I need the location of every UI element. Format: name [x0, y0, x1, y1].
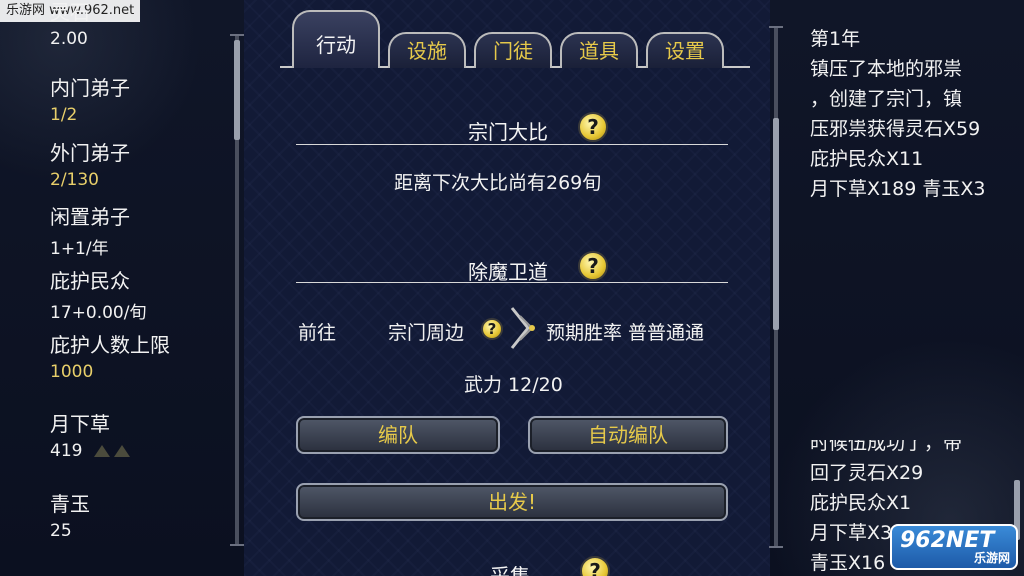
- trend-up-icon: [114, 445, 131, 457]
- tab-disciples[interactable]: 门徒: [474, 32, 552, 68]
- auto-team-button[interactable]: 自动编队: [528, 416, 728, 454]
- scroll-cap-bottom: [769, 546, 783, 548]
- stat-outer-disciples: 外门弟子 2/130: [50, 141, 130, 190]
- log-line: 庇护民众X11: [810, 148, 924, 170]
- demon-title: 除魔卫道: [468, 260, 548, 284]
- log-line: 回了灵石X29: [810, 462, 924, 484]
- tab-items[interactable]: 道具: [560, 32, 638, 68]
- win-rate: 预期胜率 普普通通: [546, 322, 705, 344]
- stat-protected-people: 庇护民众 17+0.00/旬: [50, 269, 147, 323]
- crossed-swords-icon: [510, 307, 535, 349]
- stat-idle-disciples: 闲置弟子 1+1/年: [50, 205, 130, 259]
- demon-help-icon[interactable]: ?: [578, 251, 608, 281]
- log-line: 青玉X16: [810, 552, 886, 574]
- tournament-help-icon[interactable]: ?: [578, 112, 608, 142]
- tournament-divider: [296, 144, 728, 145]
- tab-bar: 行动 设施 门徒 道具 设置: [280, 6, 750, 78]
- log-line: 镇压了本地的邪祟: [810, 58, 963, 80]
- tournament-countdown: 距离下次大比尚有269旬: [394, 172, 602, 194]
- center-scrollbar-thumb[interactable]: [773, 118, 779, 330]
- destination-select[interactable]: 宗门周边: [388, 318, 464, 345]
- trend-up-icon: [94, 445, 111, 457]
- stat-inner-disciples: 内门弟子 1/2: [50, 76, 130, 125]
- stat-protection-limit: 庇护人数上限 1000: [50, 333, 170, 382]
- log-line: 庇护民众X1: [810, 492, 912, 514]
- left-scrollbar-thumb[interactable]: [234, 40, 240, 140]
- log-line: 月下草X189 青玉X3: [810, 178, 986, 200]
- scroll-cap-bottom: [230, 544, 244, 546]
- stat-jade: 青玉 25: [50, 492, 90, 541]
- stat-moon-grass: 月下草 419: [50, 408, 131, 461]
- tab-action[interactable]: 行动: [292, 10, 380, 68]
- force-value: 武力 12/20: [464, 374, 563, 396]
- scroll-cap-top: [769, 26, 783, 28]
- demon-divider: [296, 282, 728, 283]
- log-line: 时候伍成功了，带: [810, 432, 963, 454]
- gather-title: 采集: [490, 564, 530, 576]
- event-log-panel[interactable]: 第1年 镇压了本地的邪祟 ，创建了宗门，镇 压邪祟获得灵石X59 庇护民众X11…: [788, 0, 1024, 576]
- log-line: ，创建了宗门，镇: [810, 88, 963, 110]
- goto-label: 前往: [298, 322, 337, 344]
- depart-button[interactable]: 出发!: [296, 483, 728, 521]
- stat-spirit-stone: 灵石 2.00: [50, 0, 90, 49]
- tournament-title: 宗门大比: [468, 120, 548, 144]
- team-button[interactable]: 编队: [296, 416, 500, 454]
- destination-help-icon[interactable]: ?: [481, 318, 503, 340]
- tab-settings[interactable]: 设置: [646, 32, 724, 68]
- log-line: 压邪祟获得灵石X59: [810, 118, 981, 140]
- site-logo: 962NET 乐游网: [890, 524, 1018, 570]
- resource-panel[interactable]: 灵石 2.00 内门弟子 1/2 外门弟子 2/130 闲置弟子 1+1/年 庇…: [0, 0, 244, 576]
- tab-facilities[interactable]: 设施: [388, 32, 466, 68]
- log-line: 第1年: [810, 28, 861, 50]
